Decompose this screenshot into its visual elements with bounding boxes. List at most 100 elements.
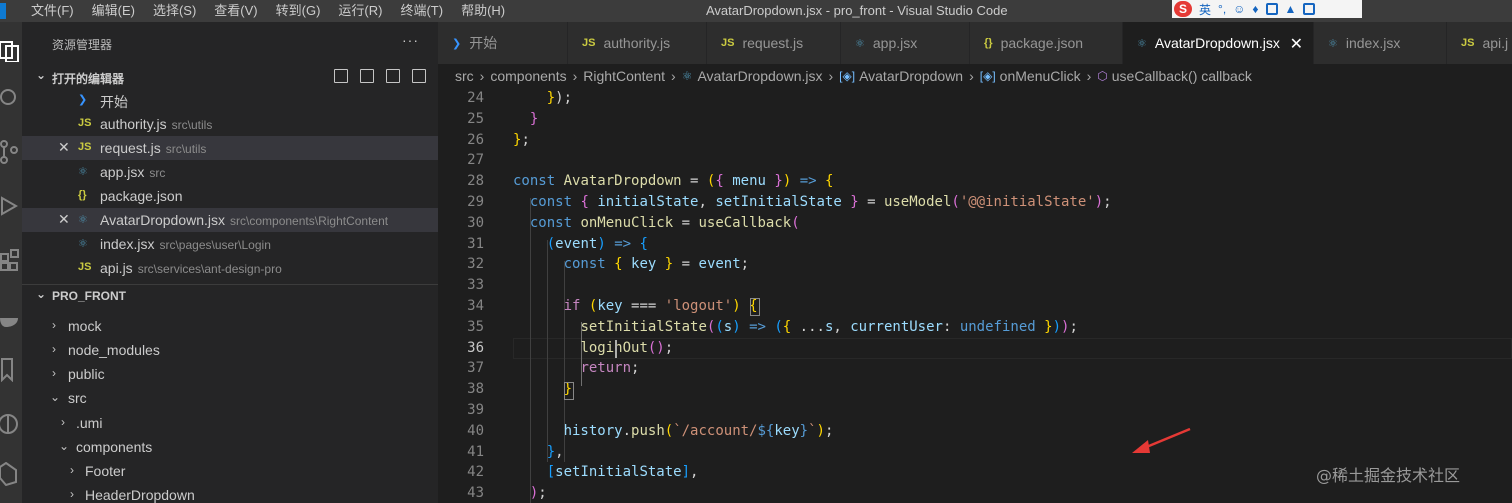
git-graph-icon[interactable] [0, 408, 22, 438]
tab-start[interactable]: ❯ 开始 [438, 22, 568, 64]
ime-toolbar[interactable]: S 英 °, ☺ ♦ ▲ [1172, 0, 1362, 18]
breadcrumb-item[interactable]: AvatarDropdown.jsx [697, 68, 822, 84]
ime-language[interactable]: 英 [1199, 1, 1211, 18]
menu-help[interactable]: 帮助(H) [452, 0, 514, 22]
line-number: 35 [467, 318, 484, 335]
open-editor-name: authority.js [100, 116, 167, 132]
open-editors-header[interactable]: ⌄ 打开的编辑器 [22, 66, 438, 88]
breadcrumb-item[interactable]: useCallback() callback [1112, 68, 1252, 84]
text-cursor [615, 340, 617, 358]
bracket-match-highlight [564, 382, 574, 400]
save-all-icon[interactable] [386, 69, 400, 83]
search-icon[interactable] [0, 84, 22, 114]
tree-folder[interactable]: › .umi [22, 411, 438, 435]
close-all-icon[interactable] [412, 69, 426, 83]
line-number: 26 [467, 131, 484, 148]
line-number: 38 [467, 381, 484, 398]
breadcrumb-item[interactable]: RightContent [583, 68, 665, 84]
menu-selection[interactable]: 选择(S) [144, 0, 205, 22]
new-untitled-file-icon[interactable] [334, 69, 348, 83]
code-text: ); [529, 485, 547, 502]
extensions-icon[interactable] [0, 244, 22, 274]
tree-folder[interactable]: ⌄ components [22, 435, 438, 459]
tab-api[interactable]: JS api.j [1447, 22, 1512, 64]
menu-view[interactable]: 查看(V) [205, 0, 266, 22]
close-icon[interactable]: ✕ [58, 211, 70, 228]
breadcrumb-item[interactable]: components [490, 68, 566, 84]
menu-go[interactable]: 转到(G) [267, 0, 330, 22]
chevron-right-icon: › [671, 68, 676, 84]
more-actions-icon[interactable]: ··· [402, 32, 419, 48]
open-editor-item[interactable]: {} package.json [22, 184, 438, 208]
source-control-icon[interactable] [0, 136, 22, 166]
react-icon: ⚛ [78, 238, 88, 250]
code-line: 31 (event) => { [438, 234, 1512, 255]
close-icon[interactable]: ✕ [1290, 34, 1303, 54]
menu-file[interactable]: 文件(F) [22, 0, 83, 22]
tree-folder[interactable]: › mock [22, 314, 438, 338]
line-number: 28 [467, 173, 484, 190]
sogou-logo-icon: S [1174, 1, 1192, 17]
menu-terminal[interactable]: 终端(T) [391, 0, 452, 22]
tab-authority[interactable]: JS authority.js [568, 22, 707, 64]
remote-explorer-icon[interactable] [0, 458, 22, 488]
vscode-icon: ❯ [452, 37, 462, 50]
skin-icon[interactable]: ▲ [1285, 2, 1297, 16]
docker-icon[interactable] [0, 304, 22, 334]
keyboard-icon[interactable] [1265, 3, 1278, 15]
tab-app[interactable]: ⚛ app.jsx [841, 22, 970, 64]
folder-name: public [68, 366, 105, 382]
react-icon: ⚛ [681, 69, 693, 83]
js-file-icon: JS [1461, 37, 1475, 49]
open-editor-item[interactable]: JS authority.js src\utils [22, 112, 438, 136]
tree-folder[interactable]: ⌄ src [22, 386, 438, 410]
bookmark-icon[interactable] [0, 354, 22, 384]
line-number: 34 [467, 298, 484, 314]
open-editor-name: index.jsx [100, 236, 155, 252]
chevron-right-icon: › [969, 68, 974, 84]
punctuation-icon[interactable]: °, [1218, 2, 1226, 16]
tree-folder[interactable]: › HeaderDropdown [22, 483, 438, 503]
tree-folder[interactable]: › public [22, 362, 438, 386]
menu-edit[interactable]: 编辑(E) [83, 0, 144, 22]
tree-folder[interactable]: › node_modules [22, 338, 438, 362]
js-file-icon: JS [78, 261, 92, 273]
open-editor-item[interactable]: ⚛ index.jsx src\pages\user\Login [22, 232, 438, 256]
bracket-match-highlight [750, 298, 760, 316]
breadcrumb-item[interactable]: AvatarDropdown [859, 68, 963, 84]
emoji-icon[interactable]: ☺ [1233, 2, 1245, 16]
open-editor-item[interactable]: ✕ ⚛ AvatarDropdown.jsx src\components\Rig… [22, 208, 438, 232]
breadcrumb-item[interactable]: onMenuClick [1000, 68, 1081, 84]
close-icon[interactable]: ✕ [58, 139, 70, 156]
breadcrumb-item[interactable]: src [455, 68, 474, 84]
microphone-icon[interactable]: ♦ [1252, 2, 1258, 16]
menu-run[interactable]: 运行(R) [329, 0, 391, 22]
open-editor-item[interactable]: ❯ 开始 [22, 88, 438, 112]
open-editor-name: app.jsx [100, 164, 145, 180]
line-number: 41 [467, 443, 484, 460]
project-header[interactable]: ⌄ PRO_FRONT [22, 285, 438, 307]
code-text: setInitialState((s) => ({ ...s, currentU… [580, 318, 1078, 335]
project-label: PRO_FRONT [52, 289, 127, 303]
folder-name: components [76, 439, 153, 455]
tree-folder[interactable]: › Footer [22, 459, 438, 483]
tab-package-json[interactable]: {} package.json [970, 22, 1123, 64]
variable-symbol-icon: [◈] [839, 69, 856, 83]
tab-avatardropdown[interactable]: ⚛ AvatarDropdown.jsx ✕ [1123, 22, 1314, 64]
chevron-right-icon: › [70, 463, 74, 477]
open-editor-item[interactable]: JS api.js src\services\ant-design-pro [22, 256, 438, 280]
js-file-icon: JS [78, 141, 92, 153]
toolbox-icon[interactable] [1303, 3, 1316, 15]
code-line: 43 ); [438, 483, 1512, 503]
open-editor-item[interactable]: ⚛ app.jsx src [22, 160, 438, 184]
explorer-icon[interactable] [0, 36, 22, 66]
tab-request[interactable]: JS request.js [707, 22, 841, 64]
toggle-vertical-icon[interactable] [360, 69, 374, 83]
code-line: 34 if (key === 'logout') { [438, 296, 1512, 317]
run-debug-icon[interactable] [0, 192, 22, 222]
chevron-right-icon: › [70, 487, 74, 501]
code-text: if (key === 'logout') { [563, 298, 758, 314]
open-editor-item[interactable]: ✕ JS request.js src\utils [22, 136, 438, 160]
tab-index[interactable]: ⚛ index.jsx [1314, 22, 1447, 64]
code-editor[interactable]: 24 }); 25 } 26}; 27 28 const AvatarDropdo… [438, 88, 1512, 503]
